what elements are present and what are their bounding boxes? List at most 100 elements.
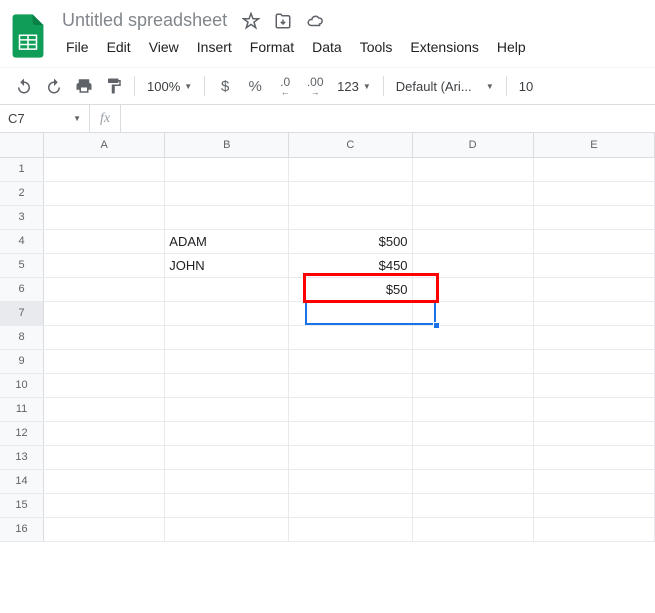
col-header-E[interactable]: E — [533, 133, 654, 157]
cell[interactable] — [165, 493, 289, 517]
cell[interactable] — [165, 421, 289, 445]
fill-handle[interactable] — [433, 322, 440, 329]
cell[interactable] — [165, 469, 289, 493]
cell[interactable] — [533, 421, 654, 445]
cell[interactable] — [44, 181, 165, 205]
cell[interactable] — [44, 469, 165, 493]
cell[interactable] — [165, 373, 289, 397]
formula-input[interactable] — [121, 105, 655, 132]
menu-format[interactable]: Format — [242, 35, 302, 59]
cell[interactable] — [44, 517, 165, 541]
row-header[interactable]: 16 — [0, 517, 44, 541]
row-header[interactable]: 13 — [0, 445, 44, 469]
menu-insert[interactable]: Insert — [189, 35, 240, 59]
row-header[interactable]: 8 — [0, 325, 44, 349]
cell[interactable] — [533, 205, 654, 229]
spreadsheet-grid[interactable]: A B C D E 1 2 3 4ADAM$500 5JOHN$450 6$50… — [0, 133, 655, 542]
cell[interactable] — [412, 349, 533, 373]
cell[interactable] — [533, 469, 654, 493]
cell[interactable] — [289, 469, 412, 493]
select-all-corner[interactable] — [0, 133, 44, 157]
cell[interactable] — [44, 325, 165, 349]
menu-help[interactable]: Help — [489, 35, 534, 59]
cell[interactable] — [533, 445, 654, 469]
row-header[interactable]: 11 — [0, 397, 44, 421]
cell[interactable]: ADAM — [165, 229, 289, 253]
cell[interactable] — [289, 397, 412, 421]
font-dropdown[interactable]: Default (Ari...▼ — [390, 72, 500, 100]
sheets-logo[interactable] — [8, 10, 48, 62]
menu-view[interactable]: View — [141, 35, 187, 59]
percent-button[interactable]: % — [241, 72, 269, 100]
cell[interactable] — [412, 493, 533, 517]
cell[interactable] — [289, 157, 412, 181]
cell[interactable] — [412, 205, 533, 229]
cell[interactable] — [412, 469, 533, 493]
star-icon[interactable] — [241, 11, 261, 31]
row-header[interactable]: 7 — [0, 301, 44, 325]
redo-button[interactable] — [40, 72, 68, 100]
cell[interactable] — [165, 445, 289, 469]
row-header[interactable]: 15 — [0, 493, 44, 517]
paint-format-button[interactable] — [100, 72, 128, 100]
cell[interactable] — [289, 205, 412, 229]
cell[interactable] — [533, 229, 654, 253]
cell[interactable] — [412, 181, 533, 205]
cell[interactable] — [165, 349, 289, 373]
cell[interactable] — [412, 445, 533, 469]
row-header[interactable]: 4 — [0, 229, 44, 253]
cell[interactable] — [412, 373, 533, 397]
cell[interactable] — [412, 229, 533, 253]
cell[interactable] — [412, 397, 533, 421]
row-header[interactable]: 6 — [0, 277, 44, 301]
col-header-D[interactable]: D — [412, 133, 533, 157]
cell[interactable] — [44, 229, 165, 253]
cell[interactable] — [412, 301, 533, 325]
menu-data[interactable]: Data — [304, 35, 350, 59]
cell[interactable] — [289, 349, 412, 373]
row-header[interactable]: 1 — [0, 157, 44, 181]
row-header[interactable]: 3 — [0, 205, 44, 229]
col-header-A[interactable]: A — [44, 133, 165, 157]
cell[interactable] — [289, 517, 412, 541]
row-header[interactable]: 10 — [0, 373, 44, 397]
cell[interactable] — [289, 493, 412, 517]
row-header[interactable]: 9 — [0, 349, 44, 373]
cell[interactable] — [533, 325, 654, 349]
cell[interactable] — [44, 157, 165, 181]
cell[interactable] — [165, 397, 289, 421]
cell[interactable] — [44, 301, 165, 325]
cell[interactable] — [165, 277, 289, 301]
cell[interactable]: $50 — [289, 277, 412, 301]
cell[interactable] — [165, 517, 289, 541]
cell[interactable] — [533, 373, 654, 397]
cell[interactable] — [289, 181, 412, 205]
cell[interactable] — [533, 349, 654, 373]
cell[interactable]: JOHN — [165, 253, 289, 277]
cell[interactable] — [533, 517, 654, 541]
cell[interactable] — [412, 421, 533, 445]
menu-edit[interactable]: Edit — [99, 35, 139, 59]
cell[interactable] — [44, 205, 165, 229]
row-header[interactable]: 2 — [0, 181, 44, 205]
cell[interactable] — [289, 445, 412, 469]
cell[interactable] — [533, 277, 654, 301]
row-header[interactable]: 5 — [0, 253, 44, 277]
cell[interactable] — [412, 277, 533, 301]
cloud-icon[interactable] — [305, 11, 325, 31]
increase-decimal-button[interactable]: .00→ — [301, 72, 329, 100]
doc-title[interactable]: Untitled spreadsheet — [58, 8, 231, 33]
cell[interactable] — [533, 253, 654, 277]
cell[interactable] — [44, 421, 165, 445]
decrease-decimal-button[interactable]: .0← — [271, 72, 299, 100]
row-header[interactable]: 12 — [0, 421, 44, 445]
currency-button[interactable]: $ — [211, 72, 239, 100]
cell[interactable] — [165, 301, 289, 325]
undo-button[interactable] — [10, 72, 38, 100]
cell[interactable] — [412, 157, 533, 181]
cell[interactable] — [412, 253, 533, 277]
menu-extensions[interactable]: Extensions — [402, 35, 486, 59]
cell[interactable] — [44, 253, 165, 277]
cell[interactable]: $450 — [289, 253, 412, 277]
cell[interactable] — [44, 493, 165, 517]
